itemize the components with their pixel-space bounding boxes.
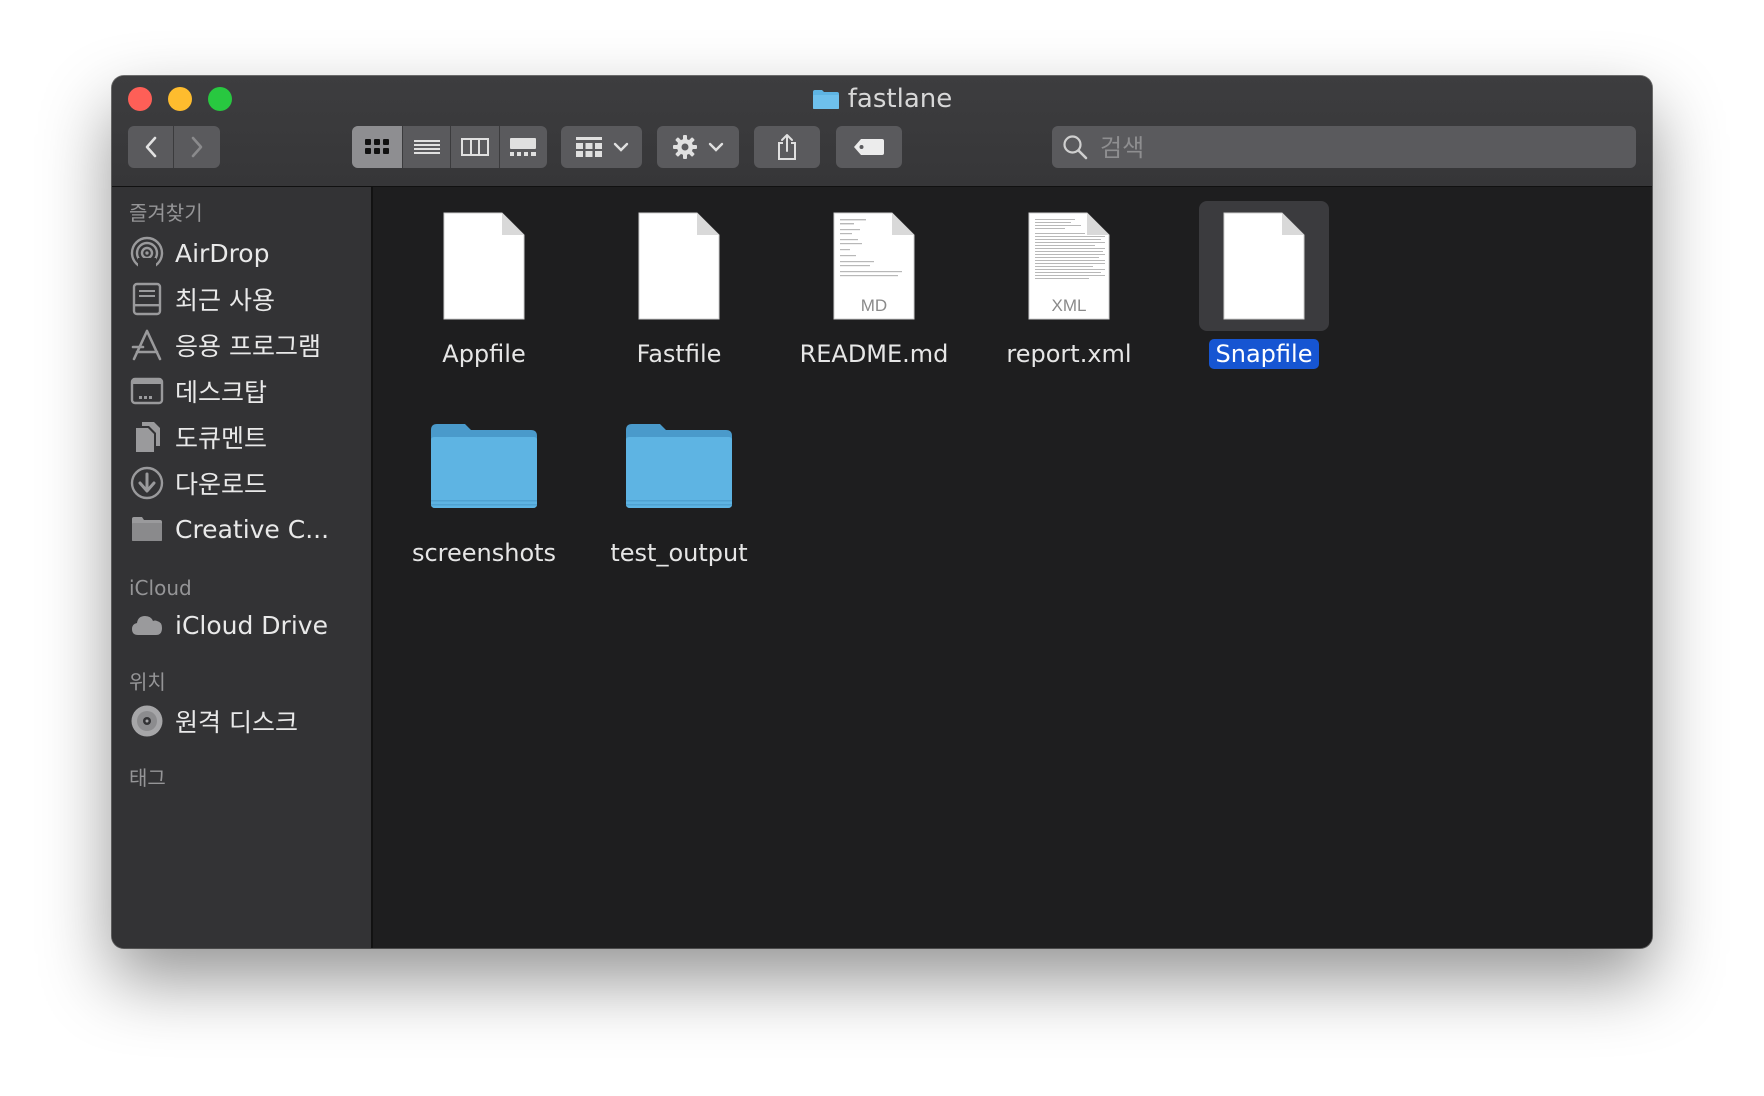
locations-header: 위치 <box>129 670 166 694</box>
forward-button[interactable] <box>174 126 220 168</box>
sidebar-item-label: Creative C... <box>175 514 330 544</box>
action-menu-button[interactable] <box>657 126 739 168</box>
title-bar: fastlane <box>112 76 1652 187</box>
sidebar-item-downloads[interactable]: 다운로드 <box>129 463 365 503</box>
folder-icon <box>129 511 165 547</box>
sidebar-item-creative-cloud[interactable]: Creative C... <box>129 509 365 549</box>
search-field[interactable] <box>1052 126 1636 170</box>
file-name: report.xml <box>1006 340 1132 368</box>
back-button[interactable] <box>128 126 174 168</box>
downloads-icon <box>129 465 165 501</box>
sidebar-item-icloud-drive[interactable]: iCloud Drive <box>129 605 365 645</box>
sidebar-item-label: 최근 사용 <box>175 286 275 315</box>
window-title: fastlane <box>112 84 1652 117</box>
view-mode-selector <box>352 126 547 168</box>
applications-icon <box>129 327 165 363</box>
list-icon <box>413 140 440 154</box>
sidebar: 즐겨찾기 AirDrop 최근 사용 응용 프로그램 데스크탑 도큐멘트 다운로… <box>112 187 373 948</box>
svg-text:MD: MD <box>861 296 887 315</box>
finder-window: fastlane 검색 즐겨찾기 AirDrop 최근 사용 응용 프로그램 데… <box>112 76 1652 948</box>
disc-icon <box>129 703 165 739</box>
airdrop-icon <box>129 235 165 271</box>
sidebar-item-applications[interactable]: 응용 프로그램 <box>129 325 365 365</box>
favorites-header: 즐겨찾기 <box>129 201 203 225</box>
sidebar-item-label: iCloud Drive <box>175 610 328 640</box>
tag-button[interactable] <box>836 126 902 168</box>
chevron-right-icon <box>191 136 203 158</box>
recents-icon <box>129 281 165 317</box>
sidebar-item-label: 원격 디스크 <box>175 708 298 737</box>
nav-buttons <box>128 126 220 168</box>
file-name: Appfile <box>442 340 526 368</box>
folder-icon <box>812 87 840 117</box>
search-icon <box>1062 134 1088 164</box>
document-icon <box>1199 201 1329 331</box>
sidebar-item-documents[interactable]: 도큐멘트 <box>129 417 365 457</box>
sidebar-item-label: 데스크탑 <box>175 378 268 407</box>
sidebar-item-remote-disc[interactable]: 원격 디스크 <box>129 701 365 741</box>
file-item[interactable]: XML report.xml <box>974 201 1164 391</box>
file-name: README.md <box>799 340 949 368</box>
desktop-icon <box>129 373 165 409</box>
file-item[interactable]: MD README.md <box>779 201 969 391</box>
file-name: screenshots <box>411 539 557 567</box>
file-name: Fastfile <box>636 340 722 368</box>
gear-icon <box>673 135 697 159</box>
file-name: test_output <box>610 539 748 567</box>
chevron-down-icon <box>708 142 724 152</box>
gallery-icon <box>510 138 537 156</box>
tag-icon <box>854 139 884 155</box>
document-icon <box>419 201 549 331</box>
folder-item[interactable]: screenshots <box>389 400 579 590</box>
svg-text:XML: XML <box>1052 296 1087 315</box>
folder-item[interactable]: test_output <box>584 400 774 590</box>
sidebar-item-label: 응용 프로그램 <box>175 332 321 361</box>
icon-grid-icon <box>365 139 390 154</box>
folder-icon <box>419 400 549 530</box>
file-name: Snapfile <box>1169 339 1359 369</box>
icloud-header: iCloud <box>129 576 192 600</box>
documents-icon <box>129 419 165 455</box>
list-view-button[interactable] <box>403 126 452 168</box>
file-item[interactable]: Appfile <box>389 201 579 391</box>
search-input[interactable] <box>1098 126 1622 170</box>
group-grid-icon <box>575 137 602 157</box>
tags-header: 태그 <box>129 766 166 790</box>
sidebar-item-label: 다운로드 <box>175 470 268 499</box>
group-by-button[interactable] <box>561 126 642 168</box>
xml-document-icon: XML <box>1004 201 1134 331</box>
document-icon <box>614 201 744 331</box>
icon-view-button[interactable] <box>352 126 404 168</box>
file-item[interactable]: Fastfile <box>584 201 774 391</box>
share-icon <box>778 134 796 160</box>
chevron-down-icon <box>613 142 628 152</box>
share-button[interactable] <box>754 126 820 168</box>
file-browser: Appfile Fastfile MD README.md XML report… <box>373 187 1652 948</box>
cloud-icon <box>129 607 165 643</box>
column-view-button[interactable] <box>451 126 500 168</box>
sidebar-item-desktop[interactable]: 데스크탑 <box>129 371 365 411</box>
sidebar-item-airdrop[interactable]: AirDrop <box>129 233 365 273</box>
markdown-document-icon: MD <box>809 201 939 331</box>
sidebar-item-label: 도큐멘트 <box>175 424 268 453</box>
columns-icon <box>461 138 490 156</box>
window-title-text: fastlane <box>847 84 953 114</box>
sidebar-item-recents[interactable]: 최근 사용 <box>129 279 365 319</box>
file-item-selected[interactable]: Snapfile <box>1169 201 1359 391</box>
gallery-view-button[interactable] <box>500 126 547 168</box>
sidebar-item-label: AirDrop <box>175 238 270 268</box>
chevron-left-icon <box>145 136 156 158</box>
folder-icon <box>614 400 744 530</box>
